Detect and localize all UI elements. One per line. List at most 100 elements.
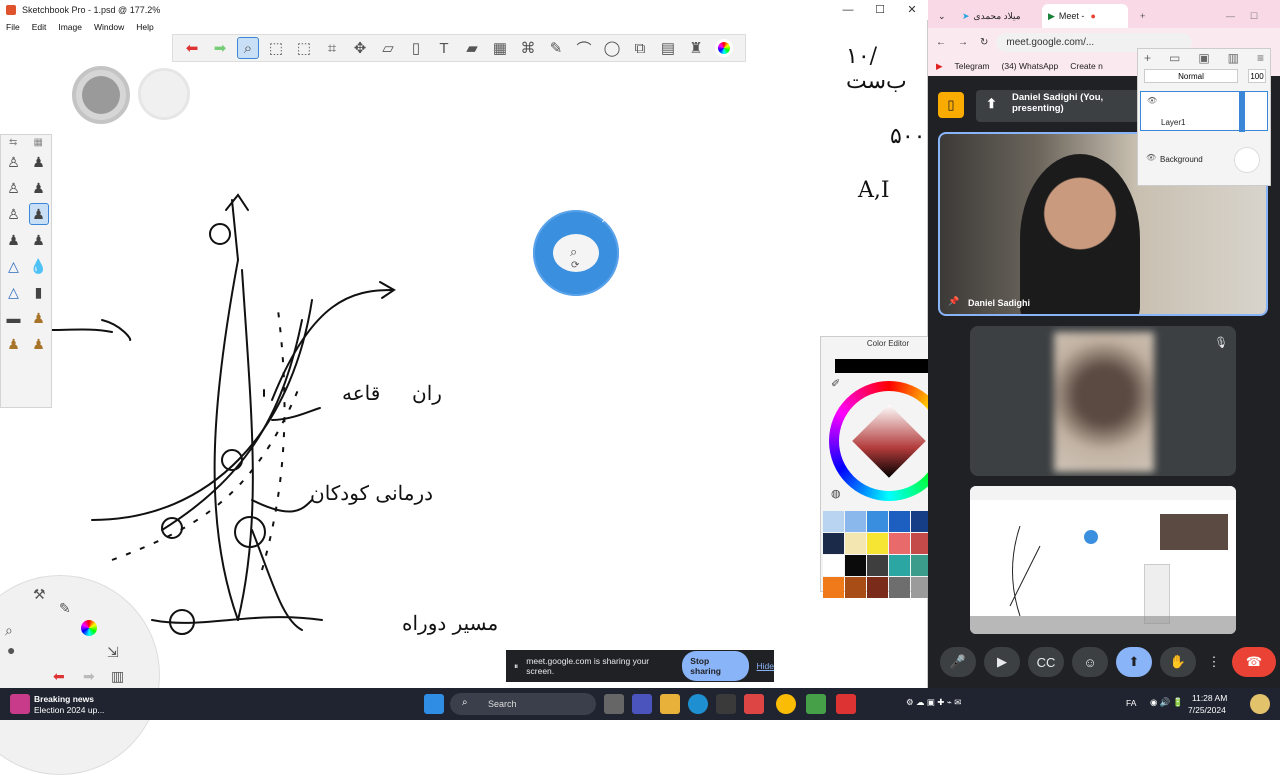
opacity-input[interactable]: 100 [1248,69,1266,83]
puck-close-icon[interactable]: ✕ [601,216,608,225]
ink-pen-icon[interactable]: ♙ [4,203,24,225]
sketchbook-taskbar-icon[interactable] [744,694,764,714]
airbrush-icon[interactable]: ♙ [4,151,24,173]
network-icon[interactable]: ◉ 🔊 🔋 [1150,697,1183,708]
news-widget-icon[interactable] [10,694,30,714]
zoom-rotate-puck[interactable]: ⌕ ⟳ ✕ [533,210,619,296]
minimize-button[interactable]: — [832,0,864,20]
app-green-icon[interactable] [806,694,826,714]
captions-icon[interactable]: CC [1028,647,1064,677]
color-wheel-icon[interactable] [713,37,735,59]
blur-drop-icon[interactable]: 💧 [29,255,49,277]
fill-icon[interactable]: ▯ [405,37,427,59]
lagoon-trash-icon[interactable]: ▥ [111,668,124,685]
lagoon-black-dot-icon[interactable]: ● [7,642,15,658]
ruler-icon[interactable]: ▰ [461,37,483,59]
color-swatch[interactable] [823,577,844,598]
add-layer-icon[interactable]: + [1144,51,1151,67]
select-lasso-icon[interactable]: ⬚ [293,37,315,59]
raise-hand-icon[interactable]: ✋ [1160,647,1196,677]
brush-tool-icon[interactable]: ⚒ [33,586,46,603]
lagoon-zoom-icon[interactable]: ⌕ [5,622,13,639]
curve-icon[interactable]: ⌒ [573,37,595,59]
chrome-icon[interactable] [776,694,796,714]
participant-tile-2[interactable]: 🎙 [970,326,1236,476]
color-swatch[interactable] [845,511,866,532]
pen-tool-icon[interactable]: ✎ [59,600,71,617]
layer-icon[interactable]: ▤ [657,37,679,59]
brush-library-icon[interactable]: ♜ [685,37,707,59]
reload-icon[interactable]: ↻ [980,37,988,48]
camera-icon[interactable]: ▶ [984,647,1020,677]
bookmark-telegram[interactable]: Telegram [955,61,990,71]
store-icon[interactable] [716,694,736,714]
hide-share-bar-button[interactable]: Hide [757,661,774,671]
chisel-pen-icon[interactable]: ♟ [29,229,49,251]
color-swatch[interactable] [889,533,910,554]
task-view-icon[interactable] [604,694,624,714]
back-icon[interactable]: ← [936,37,946,48]
tray-icons[interactable]: ⚙ ☁ ▣ ✚ ⌁ ✉ [906,697,961,708]
visibility-icon[interactable]: 👁 [1147,96,1157,105]
current-color-bar[interactable] [835,359,943,373]
layer-opacity-slider[interactable] [1239,92,1245,132]
color-swatch[interactable] [823,555,844,576]
shapes-icon[interactable]: ⧉ [629,37,651,59]
crop-icon[interactable]: ⌗ [321,37,343,59]
symmetry-icon[interactable]: ⌘ [517,37,539,59]
layer-row-2[interactable]: 👁 Background [1140,141,1268,181]
blend-mode-select[interactable]: Normal [1144,69,1238,83]
ballpoint-pen-icon[interactable]: ♟ [28,203,49,225]
chalk-icon[interactable]: ♟ [29,307,49,329]
pastel-icon[interactable]: ♟ [29,333,49,355]
color-swatch[interactable] [823,511,844,532]
news-subtitle[interactable]: Election 2024 up... [34,705,104,715]
marker-icon[interactable]: ♟ [29,177,49,199]
close-button[interactable]: ✕ [896,0,928,20]
more-icon[interactable]: ⋮ [1204,647,1224,677]
copilot-icon[interactable] [1250,694,1270,714]
start-icon[interactable] [424,694,444,714]
undo-icon[interactable]: ⬅ [181,37,203,59]
ellipse-icon[interactable]: ◯ [601,37,623,59]
youtube-icon[interactable]: ▶ [936,61,943,72]
color-swatch[interactable] [889,577,910,598]
explorer-icon[interactable] [660,694,680,714]
sharpen-icon[interactable]: △ [4,281,24,303]
lagoon-select-icon[interactable]: ⇲ [107,644,119,661]
tab-telegram[interactable]: ➤ میلاد محمدی [956,4,1040,28]
eyedropper-icon[interactable]: ✐ [831,377,840,390]
color-mode-icon[interactable]: ◍ [831,487,841,500]
tab-list-button[interactable]: ⌄ [932,4,952,28]
stop-sharing-button[interactable]: Stop sharing [682,651,749,681]
color-swatch[interactable] [867,533,888,554]
end-call-icon[interactable]: ☎ [1232,647,1276,677]
teams-icon[interactable] [632,694,652,714]
felt-pen-icon[interactable]: ♟ [4,229,24,251]
taskbar-search[interactable]: Search [450,693,596,715]
pen-icon[interactable]: ✎ [545,37,567,59]
background-swatch[interactable] [1234,147,1260,173]
color-swatch[interactable] [845,555,866,576]
emoji-icon[interactable]: ☺ [1072,647,1108,677]
clock-time[interactable]: 11:28 AM [1192,693,1227,703]
new-tab-button[interactable]: + [1134,4,1151,28]
language-indicator[interactable]: FA [1126,698,1136,708]
smear-icon[interactable]: △ [4,255,24,277]
app-red-icon[interactable] [836,694,856,714]
redo-icon[interactable]: ➡ [209,37,231,59]
pencil-icon[interactable]: ♟ [29,151,49,173]
maximize-button[interactable]: ☐ [864,0,896,20]
lagoon-color-icon[interactable] [81,620,97,636]
eraser-icon[interactable]: ▮ [29,281,49,303]
clock-date[interactable]: 7/25/2024 [1188,705,1226,715]
bookmark-create[interactable]: Create n [1070,61,1103,71]
menu-help[interactable]: Help [136,22,153,32]
news-title[interactable]: Breaking news [34,694,94,704]
select-rect-icon[interactable]: ⬚ [265,37,287,59]
hard-eraser-icon[interactable]: ▬ [4,307,24,329]
edge-icon[interactable] [688,694,708,714]
menu-image[interactable]: Image [58,22,82,32]
lagoon-undo-icon[interactable]: ⬅ [53,668,65,685]
present-icon[interactable]: ⬆ [1116,647,1152,677]
